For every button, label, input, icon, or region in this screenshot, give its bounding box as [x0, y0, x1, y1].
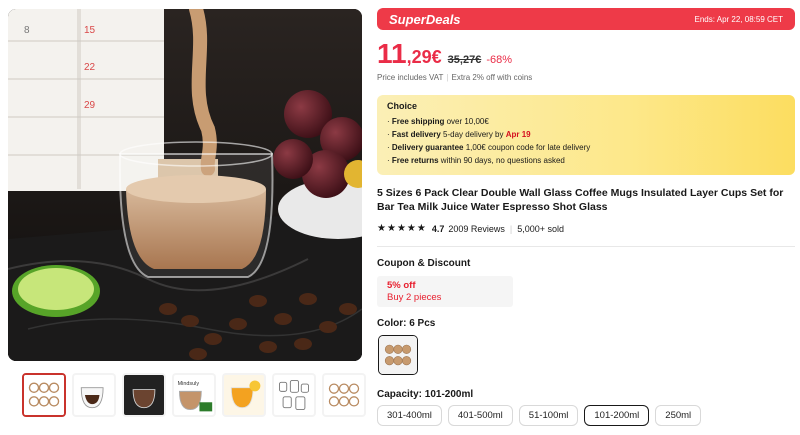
calendar-number: 22	[84, 62, 96, 73]
capacity-option-selected[interactable]: 101-200ml	[584, 405, 650, 426]
capacity-option[interactable]: 250ml	[655, 405, 702, 426]
color-label: Color: 6 Pcs	[377, 318, 436, 329]
choice-item-text: 1,00€ coupon code for late delivery	[463, 143, 591, 152]
coupon-amount: 5% off	[387, 280, 416, 291]
thumbnail-2[interactable]	[72, 373, 116, 417]
choice-title: Choice	[387, 101, 418, 111]
rating-value: 4.7	[431, 223, 445, 234]
thumbnail-5[interactable]	[222, 373, 266, 417]
product-title: 5 Sizes 6 Pack Clear Double Wall Glass C…	[377, 187, 784, 213]
calendar-number: 15	[84, 25, 96, 36]
reviews-link[interactable]: 2009 Reviews	[448, 224, 505, 234]
choice-item-bold: Delivery guarantee	[391, 143, 464, 152]
price-integer: 11	[377, 38, 407, 69]
rating-row: ★ ★ ★ ★ ★ 4.7 2009 Reviews | 5,000+ sold	[377, 223, 565, 234]
capacity-options: 301-400ml 401-500ml 51-100ml 101-200ml 2…	[377, 405, 702, 426]
choice-item-bold: Fast delivery	[391, 130, 441, 139]
choice-item-bold: Free shipping	[391, 117, 445, 126]
cups-swatch-icon	[379, 336, 417, 374]
superdeals-banner: SuperDeals Ends: Apr 22, 08:59 CET	[377, 8, 795, 30]
thumbnail-7[interactable]	[322, 373, 366, 417]
delivery-date: Apr 19	[505, 130, 531, 139]
superdeals-logo: SuperDeals	[389, 11, 461, 27]
capacity-option[interactable]: 401-500ml	[447, 405, 513, 426]
price-decimal: ,29€	[406, 47, 442, 67]
star-icon: ★	[406, 223, 416, 234]
choice-item-delivery: · Fast delivery 5-day delivery by Apr 19	[387, 130, 531, 139]
discount-percent: -68%	[486, 54, 512, 66]
capacity-option[interactable]: 51-100ml	[518, 405, 579, 426]
coupon-requirement: Buy 2 pieces	[387, 292, 442, 303]
choice-benefits-box[interactable]: Choice · Free shipping over 10,00€ · Fas…	[377, 95, 795, 175]
choice-item-text: over 10,00€	[444, 117, 489, 126]
star-icon: ★	[377, 223, 386, 234]
coffee-glass-photo: 8 15 22 29	[8, 9, 362, 361]
calendar-number: 29	[84, 100, 96, 111]
capacity-option[interactable]: 301-400ml	[377, 405, 442, 426]
deal-countdown: Ends: Apr 22, 08:59 CET	[694, 14, 784, 24]
choice-item-guarantee: · Delivery guarantee 1,00€ coupon code f…	[387, 143, 591, 152]
main-product-image[interactable]: 8 15 22 29	[8, 9, 362, 361]
choice-item-text: 5-day delivery by	[440, 130, 506, 139]
star-half-icon: ★	[416, 223, 426, 234]
coupon-section-title: Coupon & Discount	[377, 258, 471, 269]
sold-count: 5,000+ sold	[517, 223, 565, 234]
choice-item-shipping: · Free shipping over 10,00€	[387, 117, 489, 126]
star-rating: ★ ★ ★ ★ ★	[377, 223, 426, 234]
price-block: 11 ,29€ 35,27€ -68%	[377, 38, 512, 70]
thumbnail-caption: Mindsuly	[178, 381, 200, 387]
coupon-card[interactable]: 5% off Buy 2 pieces	[377, 276, 513, 307]
thumbnail-1[interactable]	[22, 373, 66, 417]
coins-offer: Extra 2% off with coins	[451, 73, 533, 82]
thumbnail-6[interactable]	[272, 373, 316, 417]
vat-note: Price includes VAT | Extra 2% off with coi…	[377, 73, 533, 82]
star-icon: ★	[396, 223, 406, 234]
original-price: 35,27€	[447, 54, 482, 66]
choice-item-bold: Free returns	[391, 156, 439, 165]
capacity-label: Capacity: 101-200ml	[377, 389, 474, 400]
color-swatch-6-pcs[interactable]	[378, 335, 418, 375]
calendar-number: 8	[24, 25, 30, 36]
choice-item-returns: · Free returns within 90 days, no questi…	[387, 156, 565, 165]
thumbnail-strip: Mindsuly	[22, 373, 366, 417]
choice-item-text: within 90 days, no questions asked	[438, 156, 565, 165]
divider	[377, 246, 795, 247]
thumbnail-3[interactable]	[122, 373, 166, 417]
thumbnail-4[interactable]: Mindsuly	[172, 373, 216, 417]
star-icon: ★	[386, 223, 396, 234]
vat-text: Price includes VAT	[377, 73, 444, 82]
